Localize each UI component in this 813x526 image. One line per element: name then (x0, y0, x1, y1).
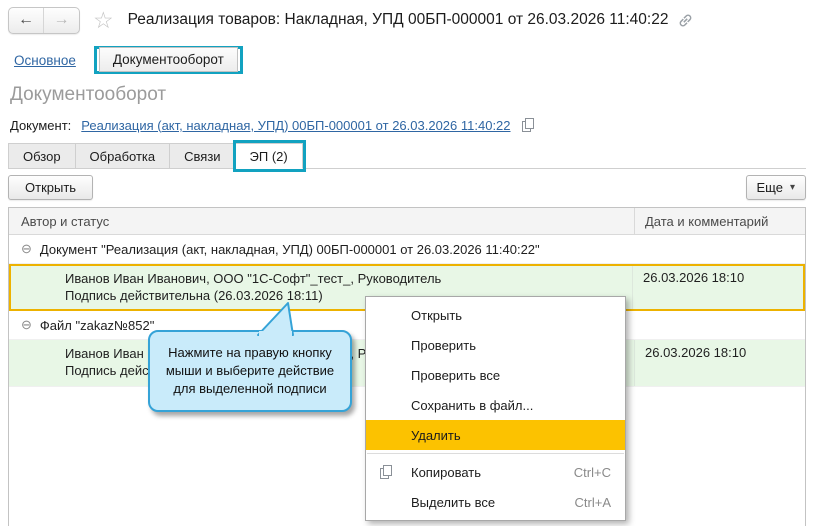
detail-tabs: Обзор Обработка Связи ЭП (2) (8, 143, 806, 169)
menu-item-delete[interactable]: Удалить (366, 420, 625, 450)
context-menu: Открыть Проверить Проверить все Сохранит… (365, 296, 626, 521)
menu-item-copy[interactable]: Копировать Ctrl+C (366, 457, 625, 487)
document-line: Документ: Реализация (акт, накладная, УП… (10, 117, 536, 133)
menu-item-select-all[interactable]: Выделить все Ctrl+A (366, 487, 625, 517)
history-nav: ← → (8, 7, 80, 34)
menu-item-label: Удалить (411, 428, 461, 443)
section-heading: Документооборот (10, 84, 166, 106)
app-window: ← → ☆ Реализация товаров: Накладная, УПД… (0, 0, 813, 526)
menu-item-label: Проверить все (411, 368, 500, 383)
form-nav: Основное Документооборот (14, 46, 243, 74)
menu-separator (367, 453, 624, 454)
favorite-star-icon[interactable]: ☆ (93, 9, 114, 32)
menu-item-shortcut: Ctrl+A (575, 495, 611, 510)
nav-tab-docflow[interactable]: Документооборот (99, 47, 238, 72)
copy-icon[interactable] (521, 117, 536, 133)
menu-item-label: Копировать (411, 465, 481, 480)
more-button[interactable]: Еще ▾ (746, 175, 806, 200)
hint-text: Нажмите на правую кнопку мыши и выберите… (166, 345, 334, 396)
forward-icon[interactable]: → (44, 8, 79, 33)
menu-item-label: Проверить (411, 338, 476, 353)
list-toolbar: Открыть Еще ▾ (8, 175, 806, 201)
document-link[interactable]: Реализация (акт, накладная, УПД) 00БП-00… (81, 118, 510, 133)
signature-date: 26.03.2026 18:10 (634, 340, 805, 386)
group-row-label: Файл "zakaz№852" (40, 318, 154, 333)
signature-author: Иванов Иван Иванович, ООО "1С-Софт"_тест… (65, 270, 632, 287)
menu-item-verify-all[interactable]: Проверить все (366, 360, 625, 390)
tab-links[interactable]: Связи (170, 143, 235, 169)
tab-signatures[interactable]: ЭП (2) (236, 143, 303, 169)
menu-item-label: Открыть (411, 308, 462, 323)
back-icon[interactable]: ← (9, 8, 44, 33)
menu-item-shortcut: Ctrl+C (574, 465, 611, 480)
menu-item-save-to-file[interactable]: Сохранить в файл... (366, 390, 625, 420)
page-title: Реализация товаров: Накладная, УПД 00БП-… (128, 11, 669, 29)
signature-date: 26.03.2026 18:10 (632, 266, 803, 309)
document-label: Документ: (10, 118, 71, 133)
menu-item-open[interactable]: Открыть (366, 300, 625, 330)
open-button[interactable]: Открыть (8, 175, 93, 200)
copy-icon (379, 464, 394, 483)
hint-callout: Нажмите на правую кнопку мыши и выберите… (148, 330, 352, 412)
tab-overview[interactable]: Обзор (8, 143, 76, 169)
menu-item-verify[interactable]: Проверить (366, 330, 625, 360)
table-row-group-document[interactable]: ⊖ Документ "Реализация (акт, накладная, … (9, 235, 805, 264)
column-header-date[interactable]: Дата и комментарий (634, 208, 805, 234)
menu-item-label: Сохранить в файл... (411, 398, 533, 413)
menu-item-label: Выделить все (411, 495, 495, 510)
get-link-icon[interactable] (677, 12, 694, 29)
chevron-down-icon: ▾ (790, 182, 795, 193)
collapse-icon[interactable]: ⊖ (21, 241, 32, 257)
table-header: Автор и статус Дата и комментарий (9, 208, 805, 235)
more-button-label: Еще (757, 180, 783, 195)
nav-link-main[interactable]: Основное (14, 53, 76, 68)
group-row-label: Документ "Реализация (акт, накладная, УП… (40, 242, 540, 257)
window-header: ← → ☆ Реализация товаров: Накладная, УПД… (8, 5, 807, 35)
callout-pointer (254, 300, 298, 341)
tab-processing[interactable]: Обработка (76, 143, 171, 169)
docflow-annotation-box: Документооборот (94, 46, 243, 74)
column-header-author[interactable]: Автор и статус (9, 208, 634, 234)
collapse-icon[interactable]: ⊖ (21, 317, 32, 333)
